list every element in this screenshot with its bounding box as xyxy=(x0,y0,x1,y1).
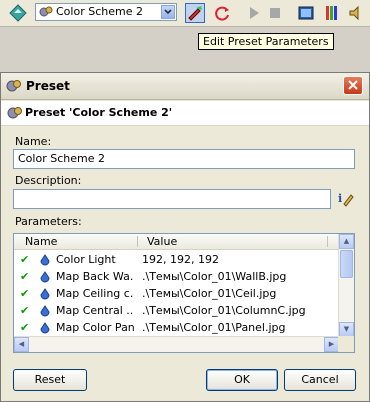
table-row[interactable]: ✔ Map Central ... .\Темы\Color_01\Column… xyxy=(14,303,339,319)
gear-icon xyxy=(7,106,23,123)
play-icon[interactable] xyxy=(244,3,264,23)
column-header-name[interactable]: Name xyxy=(25,235,57,248)
check-icon: ✔ xyxy=(20,321,30,334)
preset-combo[interactable]: Color Scheme 2 xyxy=(35,3,177,21)
parameter-icon xyxy=(40,322,50,337)
parameters-label: Parameters: xyxy=(15,215,82,228)
parameter-icon xyxy=(40,288,50,303)
edit-description-icon[interactable]: i xyxy=(336,190,354,211)
palette-icon[interactable] xyxy=(322,3,342,23)
preset-combo-value: Color Scheme 2 xyxy=(56,5,143,18)
parameter-value: .\Темы\Color_01\ColumnC.jpg xyxy=(142,304,306,317)
chevron-down-icon[interactable] xyxy=(161,5,175,19)
parameter-name: Map Back Wa... xyxy=(56,270,134,283)
refresh-icon[interactable] xyxy=(212,3,232,23)
list-header: Name Value xyxy=(14,234,339,250)
parameter-value: .\Темы\Color_01\Panel.jpg xyxy=(142,321,286,334)
render-icon[interactable] xyxy=(296,3,316,23)
ok-button[interactable]: OK xyxy=(206,369,278,391)
preset-dialog: Preset Preset 'Color Scheme 2' Name: Col… xyxy=(0,72,370,402)
horizontal-scrollbar[interactable]: ◀ ▶ xyxy=(14,336,339,352)
reset-button[interactable]: Reset xyxy=(13,369,87,391)
gear-icon xyxy=(6,79,22,96)
edit-preset-icon[interactable] xyxy=(185,3,205,23)
dialog-header-title: Preset 'Color Scheme 2' xyxy=(25,106,173,119)
description-field[interactable] xyxy=(13,189,331,209)
table-row[interactable]: ✔ Map Ceiling c... .\Темы\Color_01\Ceil.… xyxy=(14,286,339,302)
parameter-name: Map Color Panel xyxy=(56,321,134,334)
scroll-down-icon[interactable]: ▼ xyxy=(339,322,354,337)
parameters-list[interactable]: Name Value ✔ Color Light 192, 192, 192 ✔… xyxy=(13,233,355,353)
vertical-scrollbar[interactable]: ▲ ▼ xyxy=(338,234,354,337)
close-icon xyxy=(348,80,358,90)
parameter-icon xyxy=(40,305,50,320)
parameter-value: .\Темы\Color_01\WallB.jpg xyxy=(142,270,287,283)
check-icon: ✔ xyxy=(20,253,30,266)
description-label: Description: xyxy=(15,174,82,187)
preset-icon[interactable] xyxy=(8,3,28,23)
scroll-right-icon[interactable]: ▶ xyxy=(324,337,339,352)
dialog-header: Preset 'Color Scheme 2' xyxy=(1,101,369,126)
tooltip: Edit Preset Parameters xyxy=(198,33,334,50)
cancel-button[interactable]: Cancel xyxy=(284,369,356,391)
scroll-up-icon[interactable]: ▲ xyxy=(339,234,354,249)
toolbar: Color Scheme 2 xyxy=(0,0,370,27)
parameter-icon xyxy=(40,254,50,269)
table-row[interactable]: ✔ Map Color Panel .\Темы\Color_01\Panel.… xyxy=(14,320,339,336)
parameter-name: Map Central ... xyxy=(56,304,134,317)
scroll-left-icon[interactable]: ◀ xyxy=(14,337,29,352)
check-icon: ✔ xyxy=(20,287,30,300)
check-icon: ✔ xyxy=(20,304,30,317)
close-button[interactable] xyxy=(343,76,363,95)
scrollbar-corner xyxy=(338,336,354,352)
parameter-name: Map Ceiling c... xyxy=(56,287,134,300)
check-icon: ✔ xyxy=(20,270,30,283)
table-row[interactable]: ✔ Map Back Wa... .\Темы\Color_01\WallB.j… xyxy=(14,269,339,285)
parameter-value: .\Темы\Color_01\Ceil.jpg xyxy=(142,287,277,300)
dialog-titlebar[interactable]: Preset xyxy=(1,73,369,100)
name-field[interactable]: Color Scheme 2 xyxy=(13,149,355,169)
sound-icon[interactable] xyxy=(346,3,366,23)
parameter-icon xyxy=(40,271,50,286)
stop-icon[interactable] xyxy=(265,3,285,23)
column-header-value[interactable]: Value xyxy=(147,235,177,248)
gear-icon xyxy=(39,6,53,21)
dialog-title: Preset xyxy=(26,79,70,93)
parameter-value: 192, 192, 192 xyxy=(142,253,219,266)
table-row[interactable]: ✔ Color Light 192, 192, 192 xyxy=(14,252,339,268)
name-label: Name: xyxy=(15,135,52,148)
svg-text:i: i xyxy=(338,192,342,205)
parameter-name: Color Light xyxy=(56,253,116,266)
vertical-scroll-thumb[interactable] xyxy=(340,250,353,278)
